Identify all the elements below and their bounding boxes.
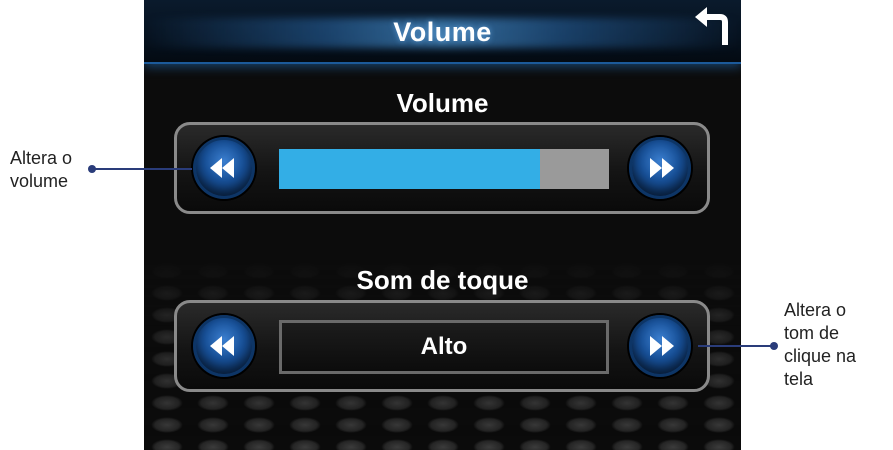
fast-forward-icon bbox=[650, 158, 674, 178]
tone-callout-dot bbox=[770, 342, 778, 350]
volume-level-fill bbox=[279, 149, 540, 189]
back-button[interactable] bbox=[691, 6, 733, 46]
device-screen: Volume Volume Som de toque Alto bbox=[144, 0, 741, 450]
touch-sound-value: Alto bbox=[279, 320, 609, 374]
tone-callout-text: Altera o tom de clique na tela bbox=[784, 299, 856, 391]
rewind-icon bbox=[210, 336, 234, 356]
touch-sound-panel: Alto bbox=[174, 300, 710, 392]
volume-callout-line-2: volume bbox=[10, 171, 69, 191]
return-arrow-icon bbox=[695, 7, 728, 45]
volume-decrease-button[interactable] bbox=[193, 137, 255, 199]
rewind-icon bbox=[210, 158, 234, 178]
title-bar: Volume bbox=[144, 0, 741, 64]
volume-bar[interactable] bbox=[279, 149, 609, 189]
page-title: Volume bbox=[393, 17, 492, 47]
tone-callout-line-2: tom de bbox=[784, 323, 840, 343]
volume-label: Volume bbox=[396, 88, 489, 118]
volume-increase-button[interactable] bbox=[629, 137, 691, 199]
volume-callout-line-1: Altera o bbox=[10, 148, 73, 168]
tone-callout-line bbox=[698, 345, 774, 347]
tone-callout-line-4: tela bbox=[784, 369, 814, 389]
touch-sound-decrease-button[interactable] bbox=[193, 315, 255, 377]
tone-callout-line-1: Altera o bbox=[784, 300, 847, 320]
tone-callout-line-3: clique na bbox=[784, 346, 857, 366]
touch-sound-increase-button[interactable] bbox=[629, 315, 691, 377]
volume-panel bbox=[174, 122, 710, 214]
touch-sound-label: Som de toque bbox=[356, 265, 529, 295]
fast-forward-icon bbox=[650, 336, 674, 356]
volume-callout-line bbox=[92, 168, 192, 170]
volume-callout-text: Altera o volume bbox=[10, 147, 72, 193]
